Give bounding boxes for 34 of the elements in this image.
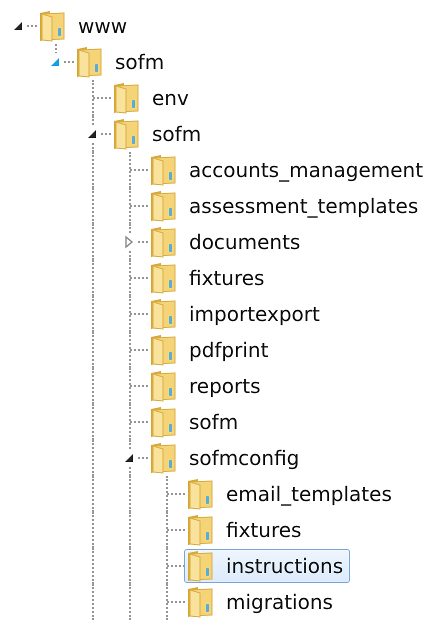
folder-icon xyxy=(149,262,177,294)
folder-icon xyxy=(186,478,214,510)
folder-icon xyxy=(149,154,177,186)
folder-item[interactable]: env xyxy=(110,81,196,115)
folder-icon xyxy=(149,442,177,474)
folder-item[interactable]: accounts_management xyxy=(147,153,430,187)
folder-item[interactable]: sofm xyxy=(73,45,172,79)
folder-item[interactable]: documents xyxy=(147,225,308,259)
folder-item[interactable]: sofm xyxy=(147,405,246,439)
folder-icon xyxy=(149,190,177,222)
folder-icon xyxy=(149,406,177,438)
folder-icon xyxy=(38,10,66,42)
folder-item[interactable]: sofmconfig xyxy=(147,441,306,475)
folder-icon xyxy=(186,586,214,618)
folder-item[interactable]: instructions xyxy=(184,549,350,583)
folder-icon xyxy=(186,514,214,546)
folder-item[interactable]: sofm xyxy=(110,117,208,151)
folder-item[interactable]: www xyxy=(36,9,134,43)
folder-item[interactable]: email_templates xyxy=(184,477,399,511)
folder-item[interactable]: fixtures xyxy=(184,513,308,547)
folder-icon xyxy=(186,550,214,582)
folder-icon xyxy=(149,334,177,366)
folder-icon xyxy=(112,82,140,114)
folder-item[interactable]: importexport xyxy=(147,297,327,331)
folder-item[interactable]: reports xyxy=(147,369,268,403)
folder-icon xyxy=(149,226,177,258)
folder-item[interactable]: assessment_templates xyxy=(147,189,426,223)
folder-icon xyxy=(75,46,103,78)
folder-icon xyxy=(112,118,140,150)
folder-item[interactable]: migrations xyxy=(184,585,340,619)
folder-icon xyxy=(149,298,177,330)
folder-icon xyxy=(149,370,177,402)
folder-item[interactable]: fixtures xyxy=(147,261,272,295)
folder-item[interactable]: pdfprint xyxy=(147,333,276,367)
